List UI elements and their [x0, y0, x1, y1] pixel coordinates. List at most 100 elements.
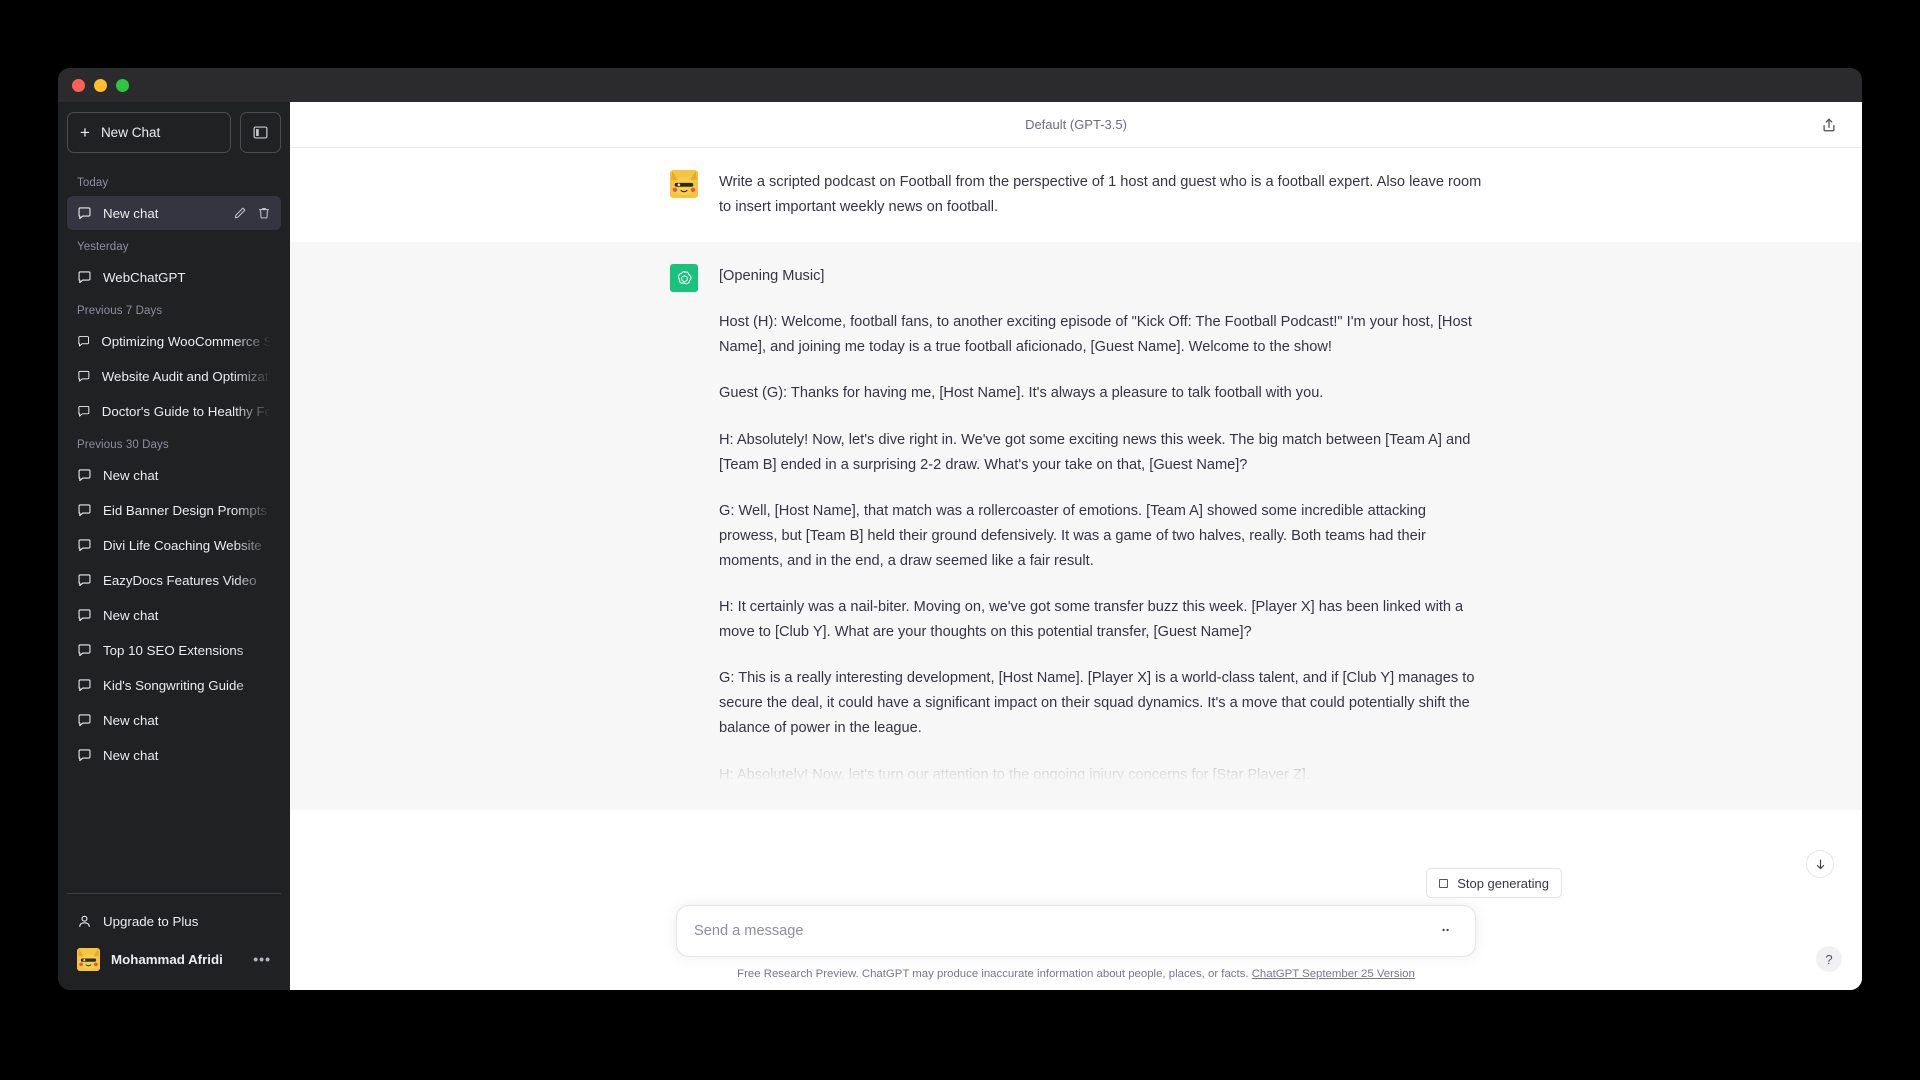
chat-history-list[interactable]: Today New chat Yesterday WebChatGPT Previous…	[67, 161, 281, 893]
stop-generating-label: Stop generating	[1457, 875, 1549, 891]
avatar-image	[670, 170, 698, 198]
composer-box[interactable]	[676, 905, 1476, 957]
upgrade-label: Upgrade to Plus	[103, 913, 199, 929]
help-button[interactable]: ?	[1816, 946, 1842, 972]
chat-history-item-label: Kid's Songwriting Guide	[103, 677, 244, 693]
stop-generating-button[interactable]: Stop generating	[1426, 868, 1562, 898]
chat-history-item[interactable]: Optimizing WooCommerce SEO	[67, 324, 281, 358]
user-account-button[interactable]: Mohammad Afridi •••	[67, 940, 281, 978]
chat-history-item-label: EazyDocs Features Video	[103, 572, 257, 588]
new-chat-button[interactable]: + New Chat	[67, 112, 231, 153]
window-minimize-button[interactable]	[94, 78, 107, 92]
chat-header: Default (GPT-3.5)	[290, 102, 1862, 148]
chat-group-label: Previous 30 Days	[77, 439, 169, 451]
message-inner: Write a scripted podcast on Football fro…	[656, 148, 1496, 242]
chat-bubble-icon	[78, 405, 90, 417]
edit-icon	[234, 207, 246, 219]
footer-disclaimer: Free Research Preview. ChatGPT may produ…	[676, 968, 1476, 980]
share-upload-icon	[1823, 118, 1835, 131]
chat-bubble-icon	[78, 643, 91, 656]
sidebar-header: + New Chat	[67, 112, 281, 153]
message-paragraph: H: Absolutely! Now, let's turn our atten…	[719, 766, 1310, 783]
chat-bubble-icon	[78, 748, 91, 761]
chat-history-item-label: New chat	[103, 607, 159, 623]
message-inner: [Opening Music] Host (H): Welcome, footba…	[656, 242, 1496, 809]
message-paragraph: Host (H): Welcome, football fans, to ano…	[719, 314, 1472, 356]
chat-bubble-icon	[78, 206, 91, 219]
pikachu-avatar	[670, 170, 698, 198]
chat-history-item[interactable]: Kid's Songwriting Guide	[67, 668, 281, 702]
trash-icon	[258, 207, 270, 219]
chat-history-item[interactable]: WebChatGPT	[67, 260, 281, 294]
edit-chat-button[interactable]	[233, 206, 247, 220]
chat-history-item-label: New chat	[103, 205, 159, 221]
assistant-message-row: [Opening Music] Host (H): Welcome, footba…	[290, 242, 1862, 810]
chat-history-item[interactable]: EazyDocs Features Video	[67, 563, 281, 597]
chat-bubble-icon	[78, 270, 91, 283]
window-close-button[interactable]	[72, 78, 85, 92]
chat-history-item[interactable]: New chat	[67, 196, 281, 230]
share-button[interactable]	[1816, 112, 1842, 138]
chat-bubble-icon	[78, 573, 91, 586]
send-button[interactable]	[1434, 919, 1458, 943]
chat-history-item-label: WebChatGPT	[103, 269, 186, 285]
chat-history-item-label: Optimizing WooCommerce SEO	[101, 333, 271, 349]
message-paragraph: H: It certainly was a nail-biter. Moving…	[719, 599, 1464, 641]
version-link[interactable]: ChatGPT September 25 Version	[1252, 968, 1415, 980]
footer-note-text: Free Research Preview. ChatGPT may produ…	[737, 968, 1252, 980]
chat-history-item[interactable]: Eid Banner Design Prompts	[67, 493, 281, 527]
window-zoom-button[interactable]	[116, 78, 129, 92]
message-paragraph: H: Absolutely! Now, let's dive right in.…	[719, 431, 1471, 473]
message-input[interactable]	[694, 923, 1434, 939]
chat-history-item[interactable]: Top 10 SEO Extensions	[67, 633, 281, 667]
scroll-to-bottom-button[interactable]	[1806, 850, 1834, 878]
send-dots-icon	[1442, 928, 1449, 932]
chat-history-item[interactable]: Divi Life Coaching Website	[67, 528, 281, 562]
delete-chat-button[interactable]	[257, 206, 271, 220]
message-paragraph: Guest (G): Thanks for having me, [Host N…	[719, 385, 1324, 402]
chat-group-label: Previous 7 Days	[77, 305, 163, 317]
chat-history-item[interactable]: Website Audit and Optimization	[67, 359, 281, 393]
sidebar-toggle-button[interactable]	[240, 112, 281, 153]
chat-history-item[interactable]: New chat	[67, 458, 281, 492]
window-titlebar	[58, 68, 1862, 102]
arrow-down-icon	[1816, 859, 1824, 869]
chatgpt-logo-icon	[670, 264, 698, 293]
plus-icon: +	[80, 123, 90, 142]
person-icon	[79, 915, 90, 927]
chat-history-item-label: New chat	[103, 712, 159, 728]
message-paragraph: Write a scripted podcast on Football fro…	[719, 174, 1482, 216]
chat-history-item[interactable]: Doctor's Guide to Healthy Food	[67, 394, 281, 428]
chat-group-label: Yesterday	[77, 241, 129, 253]
chat-item-actions	[233, 206, 271, 220]
chat-bubble-icon	[78, 468, 91, 481]
message-paragraph: G: Well, [Host Name], that match was a r…	[719, 502, 1427, 569]
chat-group-label: Today	[77, 177, 109, 189]
stop-square-icon	[1439, 878, 1449, 888]
user-menu-dots-icon[interactable]: •••	[253, 951, 271, 967]
new-chat-label: New Chat	[100, 125, 161, 140]
chat-history-item-label: Eid Banner Design Prompts	[103, 502, 268, 518]
sidebar-footer: Upgrade to Plus Mohammad Afridi •••	[67, 893, 281, 990]
sidebar-toggle-icon	[253, 126, 268, 139]
composer-wrapper: Free Research Preview. ChatGPT may produ…	[676, 905, 1476, 980]
chat-history-item-label: New chat	[103, 747, 159, 763]
upgrade-to-plus-button[interactable]: Upgrade to Plus	[67, 902, 281, 940]
message-paragraph: G: This is a really interesting developm…	[719, 670, 1475, 737]
message-thread[interactable]: Write a scripted podcast on Football fro…	[290, 148, 1862, 905]
sidebar: + New Chat Today New chat Yesterday WebChat…	[58, 102, 290, 990]
chat-history-item[interactable]: New chat	[67, 738, 281, 772]
user-message-row: Write a scripted podcast on Football fro…	[290, 148, 1862, 243]
chat-history-item[interactable]: New chat	[67, 703, 281, 737]
chat-bubble-icon	[78, 503, 91, 516]
chat-bubble-icon	[78, 370, 90, 382]
model-selector-label[interactable]: Default (GPT-3.5)	[1025, 117, 1127, 132]
chat-history-item[interactable]: New chat	[67, 598, 281, 632]
message-text: [Opening Music] Host (H): Welcome, footba…	[719, 264, 1482, 787]
chat-history-item-label: Website Audit and Optimization	[101, 368, 271, 384]
message-text: Write a scripted podcast on Football fro…	[719, 170, 1482, 220]
chat-history-item-label: Top 10 SEO Extensions	[103, 642, 244, 658]
question-mark-icon: ?	[1825, 951, 1833, 967]
chat-bubble-icon	[78, 608, 91, 621]
chat-history-item-label: New chat	[103, 467, 159, 483]
